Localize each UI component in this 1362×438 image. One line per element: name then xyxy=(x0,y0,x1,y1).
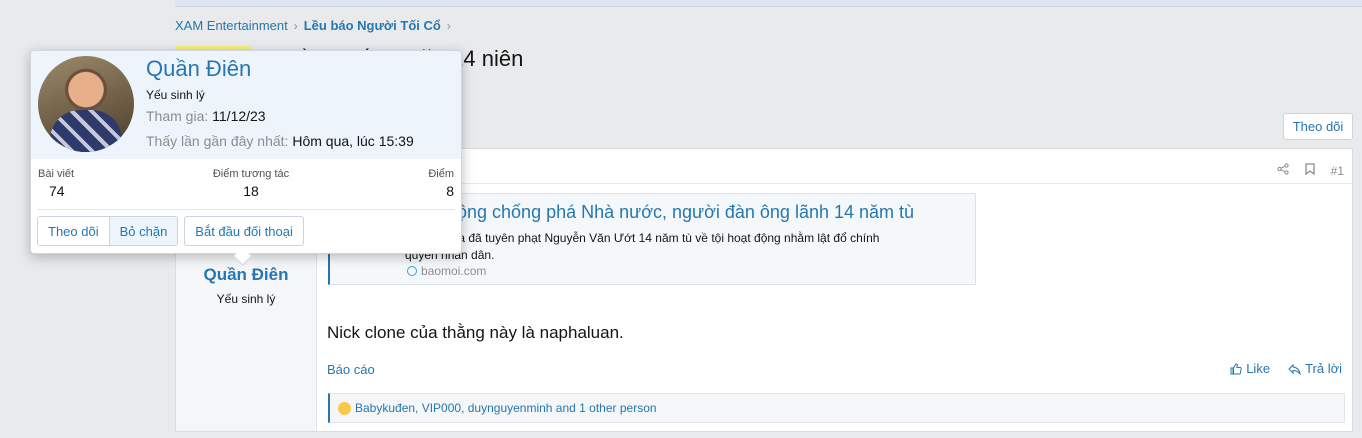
start-conversation-button[interactable]: Bắt đầu đối thoại xyxy=(184,216,304,246)
source-logo-icon xyxy=(407,266,417,276)
post-username[interactable]: Quần Điên xyxy=(176,265,316,285)
stat-label: Điểm xyxy=(428,168,454,180)
breadcrumb-item-home[interactable]: XAM Entertainment xyxy=(175,18,288,33)
stat-label: Bài viết xyxy=(38,168,75,180)
post-number-link[interactable]: #1 xyxy=(1331,164,1344,178)
breadcrumb-separator: › xyxy=(293,18,298,33)
breadcrumb-item-forum[interactable]: Lều báo Người Tối Cổ xyxy=(304,18,441,33)
member-last-seen: Thấy lần gần đây nhất: Hôm qua, lúc 15:3… xyxy=(146,133,414,149)
joined-value: 11/12/23 xyxy=(212,108,266,124)
stat-points[interactable]: Điểm 8 xyxy=(428,168,454,199)
member-card-divider xyxy=(37,209,455,210)
member-name[interactable]: Quần Điên xyxy=(146,56,251,82)
stat-value: 74 xyxy=(49,183,65,199)
post-message: Nick clone của thằng này là naphaluan. xyxy=(327,323,624,342)
share-icon[interactable] xyxy=(1277,163,1289,178)
haha-reaction-icon xyxy=(338,401,351,415)
follow-thread-button[interactable]: Theo dõi xyxy=(1283,113,1353,140)
like-label: Like xyxy=(1246,361,1271,376)
follow-block-group: Theo dõi Bỏ chặn xyxy=(37,216,179,246)
embed-title[interactable]: ộng chống phá Nhà nước, người đàn ông lã… xyxy=(457,202,914,223)
last-seen-value: Hôm qua, lúc 15:39 xyxy=(292,133,414,149)
stat-posts[interactable]: Bài viết 74 xyxy=(38,168,74,199)
stat-value: 18 xyxy=(243,183,259,199)
last-seen-label: Thấy lần gần đây nhất: xyxy=(146,133,289,149)
member-card-actions: Theo dõi Bỏ chặn Bắt đầu đối thoại xyxy=(37,216,304,246)
like-button[interactable]: Like xyxy=(1230,361,1270,376)
member-joined: Tham gia: 11/12/23 xyxy=(146,108,266,124)
post-header-divider xyxy=(317,183,1352,184)
reply-label: Trả lời xyxy=(1305,361,1342,376)
top-banner xyxy=(175,0,1362,7)
stat-value: 8 xyxy=(446,183,454,199)
embed-source-label: baomoi.com xyxy=(421,264,487,278)
post-actions: Like Trả lời xyxy=(1230,361,1342,376)
post-user-title: Yếu sinh lý xyxy=(216,292,276,306)
joined-label: Tham gia: xyxy=(146,108,209,124)
reactions-bar[interactable]: Babykuđen, VIP000, duynguyenminh and 1 o… xyxy=(328,393,1345,423)
member-title: Yếu sinh lý xyxy=(146,88,205,102)
stat-reactions[interactable]: Điểm tương tác 18 xyxy=(209,168,293,199)
reply-icon xyxy=(1288,363,1301,375)
post-toolbar: #1 xyxy=(1277,163,1344,178)
embed-description: Khánh Hòa đã tuyên phạt Nguyễn Văn Ướt 1… xyxy=(405,231,880,262)
thumbs-up-icon xyxy=(1230,362,1242,374)
embed-source: baomoi.com xyxy=(407,264,486,278)
stat-label: Điểm tương tác xyxy=(212,168,290,180)
bookmark-icon[interactable] xyxy=(1304,163,1315,178)
member-tooltip: Quần Điên Yếu sinh lý Tham gia: 11/12/23… xyxy=(30,50,462,254)
reply-button[interactable]: Trả lời xyxy=(1288,361,1342,376)
unblock-button[interactable]: Bỏ chặn xyxy=(108,217,178,245)
breadcrumb-separator: › xyxy=(446,18,451,33)
follow-member-button[interactable]: Theo dõi xyxy=(38,217,109,245)
report-link[interactable]: Báo cáo xyxy=(327,362,375,377)
avatar[interactable] xyxy=(38,56,134,152)
breadcrumb: XAM Entertainment › Lều báo Người Tối Cổ… xyxy=(175,18,451,33)
reactions-list[interactable]: Babykuđen, VIP000, duynguyenminh and 1 o… xyxy=(355,401,657,415)
